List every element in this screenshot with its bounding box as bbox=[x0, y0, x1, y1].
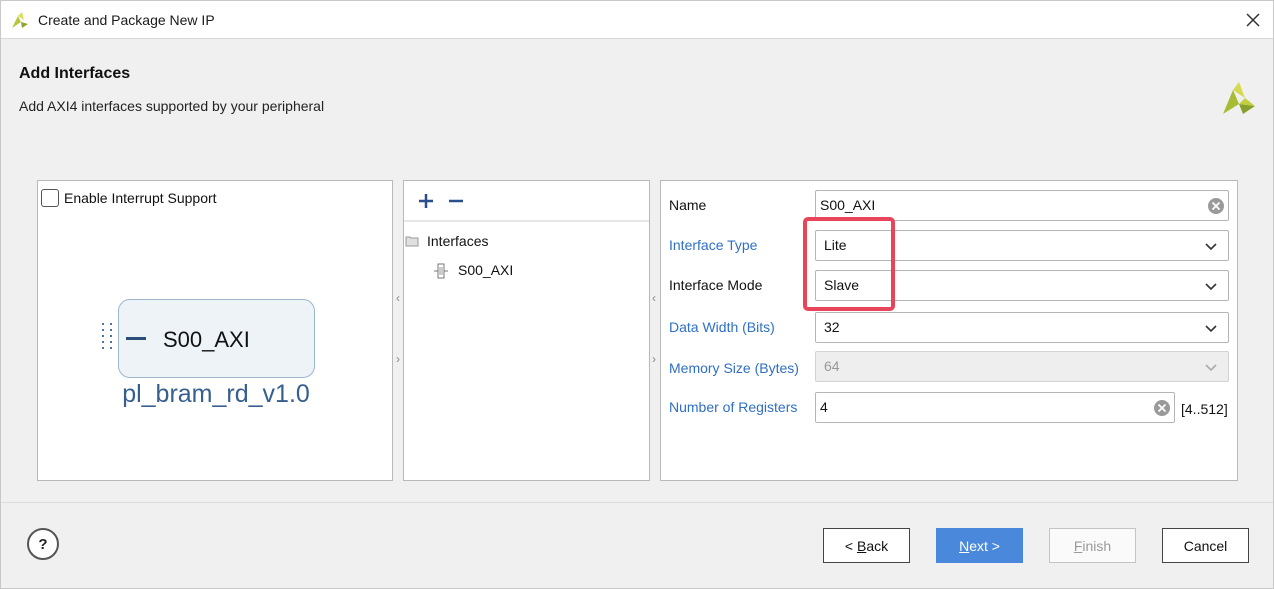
help-button[interactable]: ? bbox=[27, 528, 59, 560]
interface-type-value: Lite bbox=[824, 237, 847, 253]
next-mnemonic: N bbox=[959, 537, 970, 554]
back-mnemonic: B bbox=[856, 537, 867, 554]
port-minus-icon bbox=[126, 337, 146, 340]
memory-size-value: 64 bbox=[824, 358, 840, 374]
name-value: S00_AXI bbox=[820, 197, 876, 213]
interface-port-icon bbox=[434, 263, 448, 279]
ip-port-label: S00_AXI bbox=[163, 327, 250, 352]
tree-node-interfaces[interactable]: Interfaces bbox=[404, 232, 644, 252]
back-button[interactable]: < Back bbox=[823, 528, 910, 563]
data-width-value: 32 bbox=[824, 319, 840, 335]
dialog-window: Create and Package New IP Add Interfaces… bbox=[0, 0, 1274, 589]
add-interface-button[interactable] bbox=[414, 189, 438, 213]
enable-interrupt-checkbox[interactable] bbox=[41, 189, 59, 207]
minus-icon bbox=[449, 199, 463, 203]
close-button[interactable] bbox=[1239, 6, 1267, 34]
interfaces-toolbar bbox=[404, 181, 649, 222]
remove-interface-button[interactable] bbox=[444, 189, 468, 213]
window-title: Create and Package New IP bbox=[38, 12, 215, 28]
interface-mode-select[interactable]: Slave bbox=[815, 270, 1229, 301]
back-rest: ack bbox=[866, 537, 889, 554]
interface-properties-panel: Name S00_AXI Interface Type Lite Interfa… bbox=[660, 180, 1238, 481]
num-registers-range: [4..512] bbox=[1181, 401, 1228, 417]
interface-type-label[interactable]: Interface Type bbox=[669, 237, 757, 253]
expand-right-icon[interactable]: › bbox=[396, 352, 400, 366]
interface-mode-label: Interface Mode bbox=[669, 277, 763, 293]
vivado-logo-icon bbox=[12, 12, 28, 28]
tree-node-s00-axi[interactable]: S00_AXI bbox=[404, 261, 644, 281]
memory-size-label[interactable]: Memory Size (Bytes) bbox=[669, 360, 799, 376]
num-registers-value: 4 bbox=[820, 399, 828, 415]
axi-port-dots-icon bbox=[102, 323, 112, 349]
data-width-label[interactable]: Data Width (Bits) bbox=[669, 319, 775, 335]
chevron-down-icon bbox=[1205, 325, 1217, 333]
footer-separator bbox=[1, 502, 1273, 503]
chevron-down-icon bbox=[1205, 283, 1217, 291]
tree-root-label: Interfaces bbox=[427, 233, 489, 249]
interface-type-select[interactable]: Lite bbox=[815, 230, 1229, 261]
next-button[interactable]: Next > bbox=[936, 528, 1023, 563]
data-width-select[interactable]: 32 bbox=[815, 312, 1229, 343]
ip-name: pl_bram_rd_v1.0 bbox=[122, 380, 310, 408]
interface-mode-value: Slave bbox=[824, 277, 860, 293]
num-registers-label[interactable]: Number of Registers bbox=[669, 399, 797, 415]
next-rest: ext > bbox=[969, 537, 1000, 554]
folder-icon bbox=[405, 236, 419, 247]
name-label: Name bbox=[669, 197, 707, 213]
enable-interrupt-label: Enable Interrupt Support bbox=[64, 190, 217, 206]
tree-child-label: S00_AXI bbox=[458, 262, 514, 278]
clear-icon[interactable] bbox=[1153, 399, 1171, 417]
back-prefix: < bbox=[844, 537, 857, 554]
collapse-mid-icon[interactable]: ‹ bbox=[652, 291, 656, 305]
finish-mnemonic: F bbox=[1073, 537, 1083, 554]
collapse-left-icon[interactable]: ‹ bbox=[396, 291, 400, 305]
num-registers-input[interactable]: 4 bbox=[815, 392, 1175, 423]
page-header: Add Interfaces Add AXI4 interfaces suppo… bbox=[1, 40, 1273, 135]
close-icon bbox=[1246, 13, 1260, 27]
vivado-logo-icon bbox=[1223, 82, 1255, 114]
plus-icon bbox=[419, 194, 433, 208]
page-title: Add Interfaces bbox=[19, 65, 131, 82]
chevron-down-icon bbox=[1205, 243, 1217, 251]
title-bar: Create and Package New IP bbox=[1, 1, 1273, 39]
name-input[interactable]: S00_AXI bbox=[815, 190, 1229, 221]
finish-rest: inish bbox=[1082, 537, 1112, 554]
cancel-button[interactable]: Cancel bbox=[1162, 528, 1249, 563]
expand-mid-icon[interactable]: › bbox=[652, 352, 656, 366]
memory-size-select: 64 bbox=[815, 351, 1229, 382]
ip-symbol-panel: Enable Interrupt Support S00_AXI pl_bram… bbox=[37, 180, 393, 481]
clear-icon[interactable] bbox=[1207, 197, 1225, 215]
page-subtitle: Add AXI4 interfaces supported by your pe… bbox=[19, 98, 325, 114]
chevron-down-icon bbox=[1205, 364, 1217, 372]
finish-button: Finish bbox=[1049, 528, 1136, 563]
interfaces-panel: Interfaces S00_AXI bbox=[403, 180, 650, 481]
